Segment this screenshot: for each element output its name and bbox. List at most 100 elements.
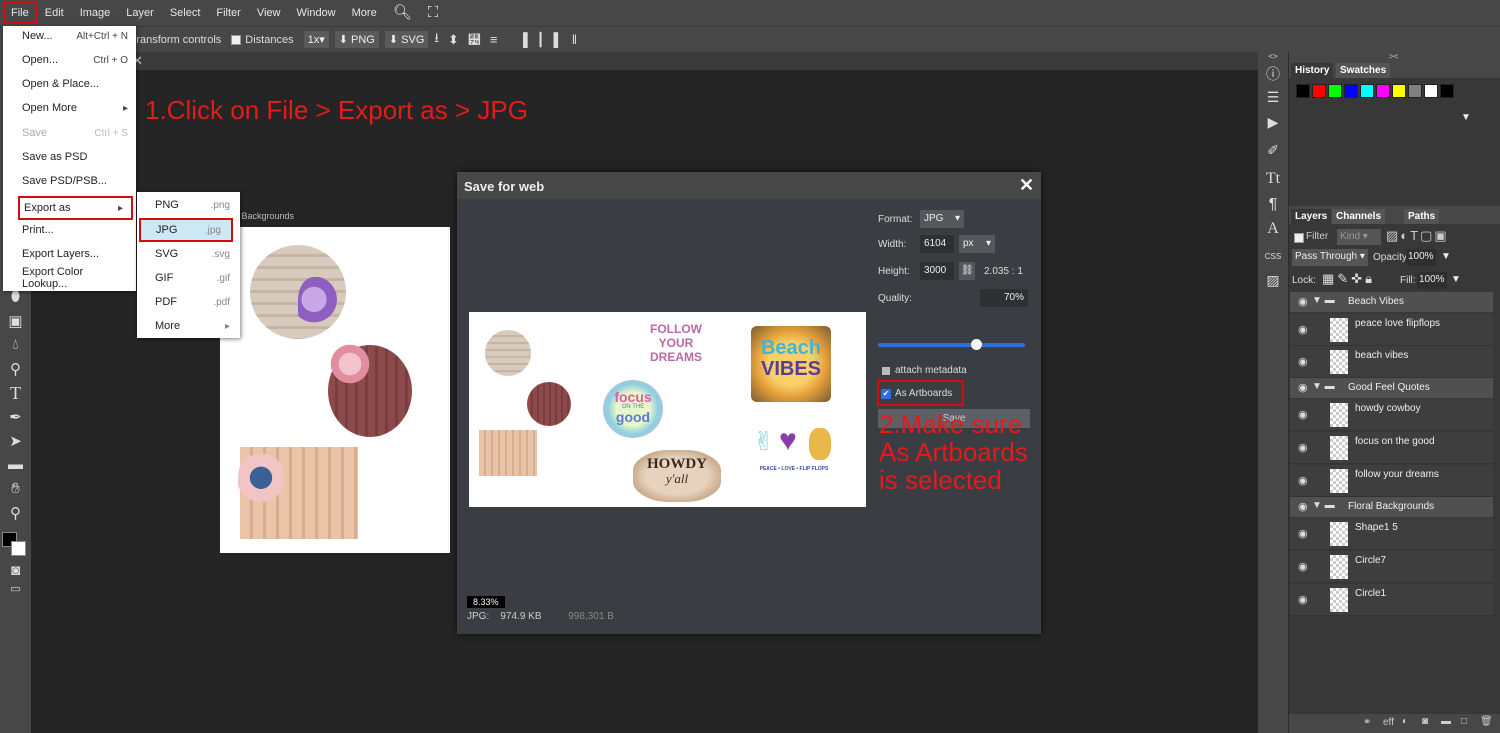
new-folder-icon[interactable]: ▬ <box>1441 716 1451 727</box>
eye-icon[interactable]: ◉ <box>1298 500 1308 513</box>
eye-icon[interactable]: ◉ <box>1298 441 1308 454</box>
tab-layers[interactable]: Layers <box>1291 209 1332 224</box>
link-layers-icon[interactable]: ⚭ <box>1363 717 1371 728</box>
menu-image[interactable]: Image <box>72 2 119 24</box>
opacity-input[interactable]: 100% <box>1406 249 1436 266</box>
eye-icon[interactable]: ◉ <box>1298 355 1308 368</box>
eye-icon[interactable]: ◉ <box>1298 474 1308 487</box>
unit-select[interactable]: px ▾ <box>959 235 995 253</box>
quality-slider-thumb[interactable] <box>971 339 982 350</box>
distances-checkbox-box[interactable] <box>231 34 242 45</box>
export-pdf-item[interactable]: PDF .pdf <box>137 290 240 314</box>
fullscreen-icon[interactable]: ⛶ <box>420 2 447 24</box>
link-icon[interactable]: ⛓ <box>959 262 975 280</box>
layer-row[interactable]: ◉ Circle7 <box>1290 551 1493 583</box>
align-right-icon[interactable]: ▌ <box>554 32 563 47</box>
swatch-black[interactable] <box>1296 84 1310 98</box>
export-gif-item[interactable]: GIF .gif <box>137 266 240 290</box>
menu-edit[interactable]: Edit <box>37 2 72 24</box>
layer-row[interactable]: ◉ Shape1 5 <box>1290 518 1493 550</box>
align-center-icon[interactable]: ┃ <box>537 32 545 48</box>
artboard[interactable] <box>220 227 450 553</box>
blend-mode-select[interactable]: Pass Through ▾ <box>1292 249 1368 266</box>
format-select[interactable]: JPG ▾ <box>920 210 964 228</box>
quality-slider-track[interactable] <box>878 343 1025 347</box>
swatch-blue[interactable] <box>1344 84 1358 98</box>
swatch-red[interactable] <box>1312 84 1326 98</box>
menu-item-open[interactable]: Open... Ctrl + O <box>3 48 136 72</box>
eye-icon[interactable]: ◉ <box>1298 323 1308 336</box>
glyph-icon[interactable]: A <box>1258 220 1288 238</box>
swatch-white[interactable] <box>1424 84 1438 98</box>
filter-checkbox[interactable] <box>1294 233 1304 243</box>
dodge-tool-icon[interactable]: ⚲ <box>0 360 31 378</box>
type-tool-icon[interactable]: T <box>0 383 31 404</box>
play-icon[interactable]: ▶ <box>1258 114 1288 131</box>
info-icon[interactable]: ⓘ <box>1258 64 1288 84</box>
quick-mask-icon[interactable]: ◙ <box>0 562 31 579</box>
menu-view[interactable]: View <box>249 2 289 24</box>
align-bottom-icon[interactable]: ⭴ <box>468 32 481 47</box>
swatch-black-2[interactable] <box>1440 84 1454 98</box>
gradient-tool-icon[interactable]: ▣ <box>0 312 31 330</box>
folder-icon[interactable]: ▼ ▬ <box>1312 381 1335 392</box>
menu-window[interactable]: Window <box>289 2 344 24</box>
mask-icon[interactable]: ◙ <box>1422 716 1428 727</box>
css-icon[interactable]: CSS <box>1258 252 1288 261</box>
layer-row[interactable]: ◉ beach vibes <box>1290 346 1493 378</box>
layer-group-floral-backgrounds[interactable]: ◉ ▼ ▬ Floral Backgrounds <box>1290 497 1493 517</box>
layer-row[interactable]: ◉ follow your dreams <box>1290 465 1493 497</box>
tab-history[interactable]: History <box>1291 63 1334 78</box>
effects-button[interactable]: eff <box>1383 717 1394 728</box>
brush-icon[interactable]: ✐ <box>1258 142 1288 159</box>
tab-swatches[interactable]: Swatches <box>1336 63 1391 78</box>
adjustment-layer-icon[interactable]: ◐ <box>1402 716 1408 727</box>
menu-item-open-place[interactable]: Open & Place... <box>3 72 136 96</box>
menu-select[interactable]: Select <box>162 2 209 24</box>
search-icon[interactable]: 🔍︎ <box>385 2 420 24</box>
menu-file[interactable]: File <box>3 2 37 24</box>
opacity-dropdown-icon[interactable]: ▼ <box>1441 251 1451 262</box>
export-png-button[interactable]: ⬇ PNG <box>334 31 379 48</box>
menu-item-export-color-lookup[interactable]: Export Color Lookup... <box>3 266 136 290</box>
folder-icon[interactable]: ▼ ▬ <box>1312 295 1335 306</box>
swatch-cyan[interactable] <box>1360 84 1374 98</box>
scale-dropdown[interactable]: 1x▾ <box>303 31 329 48</box>
menu-item-save-as-psd[interactable]: Save as PSD <box>3 145 136 169</box>
export-svg-item[interactable]: SVG .svg <box>137 242 240 266</box>
eye-icon[interactable]: ◉ <box>1298 381 1308 394</box>
eye-icon[interactable]: ◉ <box>1298 593 1308 606</box>
new-layer-icon[interactable]: □ <box>1461 716 1467 727</box>
hand-tool-icon[interactable]: ✋︎ <box>0 480 31 497</box>
pen-tool-icon[interactable]: ✒ <box>0 408 31 426</box>
layer-group-good-feel-quotes[interactable]: ◉ ▼ ▬ Good Feel Quotes <box>1290 378 1493 398</box>
menu-item-open-more[interactable]: Open More ▸ <box>3 96 136 120</box>
color-swatch-icon[interactable] <box>0 530 31 558</box>
as-artboards-checkbox[interactable]: ✔ <box>881 389 891 399</box>
distribute-vertical-icon[interactable]: ≡ <box>490 32 498 47</box>
adjustments-icon[interactable]: ☰ <box>1258 89 1288 106</box>
attach-metadata-checkbox[interactable] <box>882 367 890 375</box>
collapse-arrows-icon[interactable]: <> <box>1258 52 1288 61</box>
layer-row[interactable]: ◉ howdy cowboy <box>1290 399 1493 431</box>
swatch-yellow[interactable] <box>1392 84 1406 98</box>
layer-row[interactable]: ◉ focus on the good <box>1290 432 1493 464</box>
lock-icons[interactable]: ▦✎✜🔒︎ <box>1322 271 1375 287</box>
align-middle-icon[interactable]: ⬍ <box>448 32 459 48</box>
eye-icon[interactable]: ◉ <box>1298 295 1308 308</box>
export-svg-button[interactable]: ⬇ SVG <box>384 31 429 48</box>
screen-mode-icon[interactable]: ▭ <box>0 582 31 595</box>
swatch-gray[interactable] <box>1408 84 1422 98</box>
close-icon[interactable]: ✕ <box>1019 175 1034 196</box>
menu-item-new[interactable]: New... Alt+Ctrl + N <box>3 24 136 48</box>
export-more-item[interactable]: More ▸ <box>137 314 240 338</box>
character-icon[interactable]: Tt <box>1258 170 1288 188</box>
filter-type-icons[interactable]: ▨◐T▢▣ <box>1386 228 1449 244</box>
export-jpg-item[interactable]: JPG .jpg <box>139 218 233 242</box>
image-icon[interactable]: ▨ <box>1258 272 1288 289</box>
menu-layer[interactable]: Layer <box>118 2 162 24</box>
menu-more[interactable]: More <box>344 2 385 24</box>
menu-filter[interactable]: Filter <box>208 2 248 24</box>
align-left-icon[interactable]: ▐ <box>518 32 527 47</box>
eye-icon[interactable]: ◉ <box>1298 527 1308 540</box>
